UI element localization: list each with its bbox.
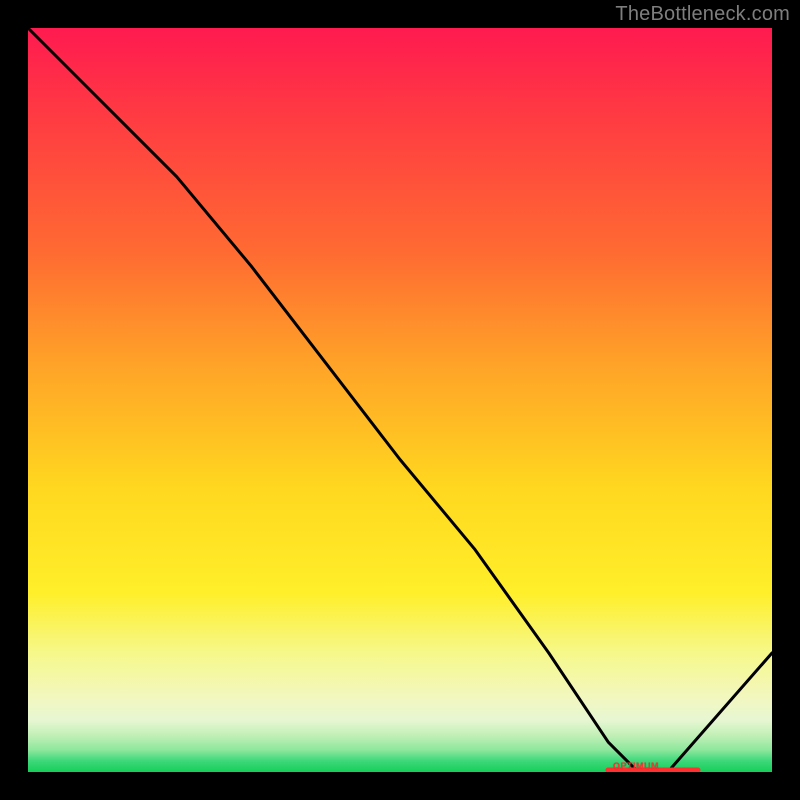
chart-line-layer <box>28 28 772 772</box>
watermark-text: TheBottleneck.com <box>615 3 790 26</box>
chart-stage: TheBottleneck.com OPTIMUM <box>0 0 800 800</box>
bottleneck-curve <box>28 28 772 772</box>
